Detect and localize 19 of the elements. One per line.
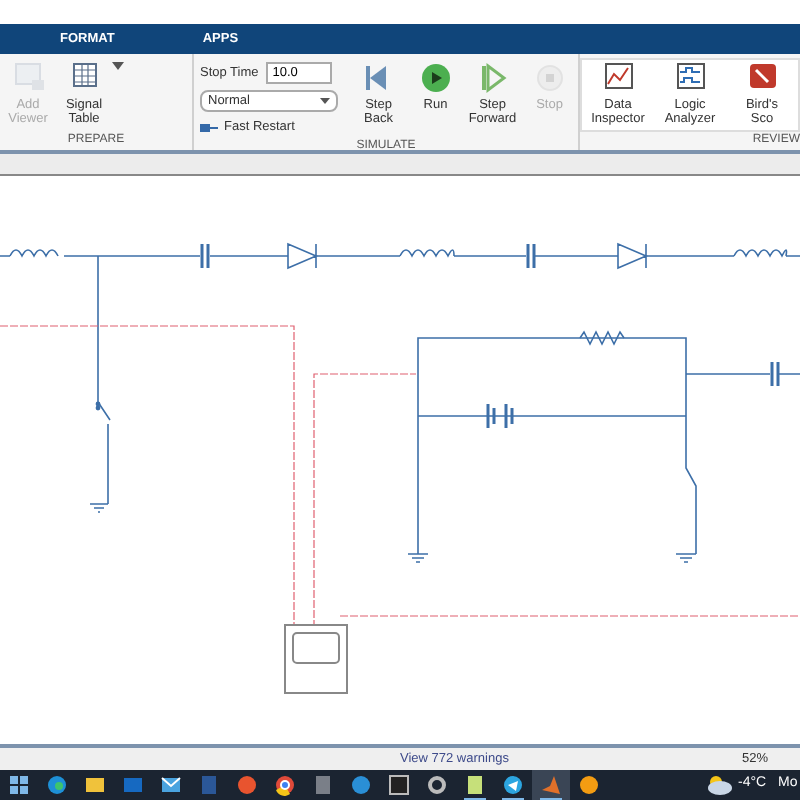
notepad-icon <box>464 774 486 796</box>
mail-icon <box>122 774 144 796</box>
weather-icon <box>704 774 732 796</box>
browser-icon <box>46 774 68 796</box>
telegram-icon <box>502 774 524 796</box>
peak-icon <box>540 774 562 796</box>
scope-block <box>284 624 348 694</box>
play-icon <box>419 62 452 94</box>
envelope-icon <box>160 774 182 796</box>
start-icon <box>8 774 30 796</box>
terminal-icon <box>388 774 410 796</box>
folder-icon <box>84 774 106 796</box>
caret-icon <box>112 62 124 70</box>
fast-restart-icon <box>200 121 218 134</box>
step-forward-icon <box>476 62 509 94</box>
caret-icon <box>320 98 330 104</box>
document-icon <box>198 774 220 796</box>
viewer-icon <box>12 62 44 94</box>
stop-icon <box>533 62 566 94</box>
